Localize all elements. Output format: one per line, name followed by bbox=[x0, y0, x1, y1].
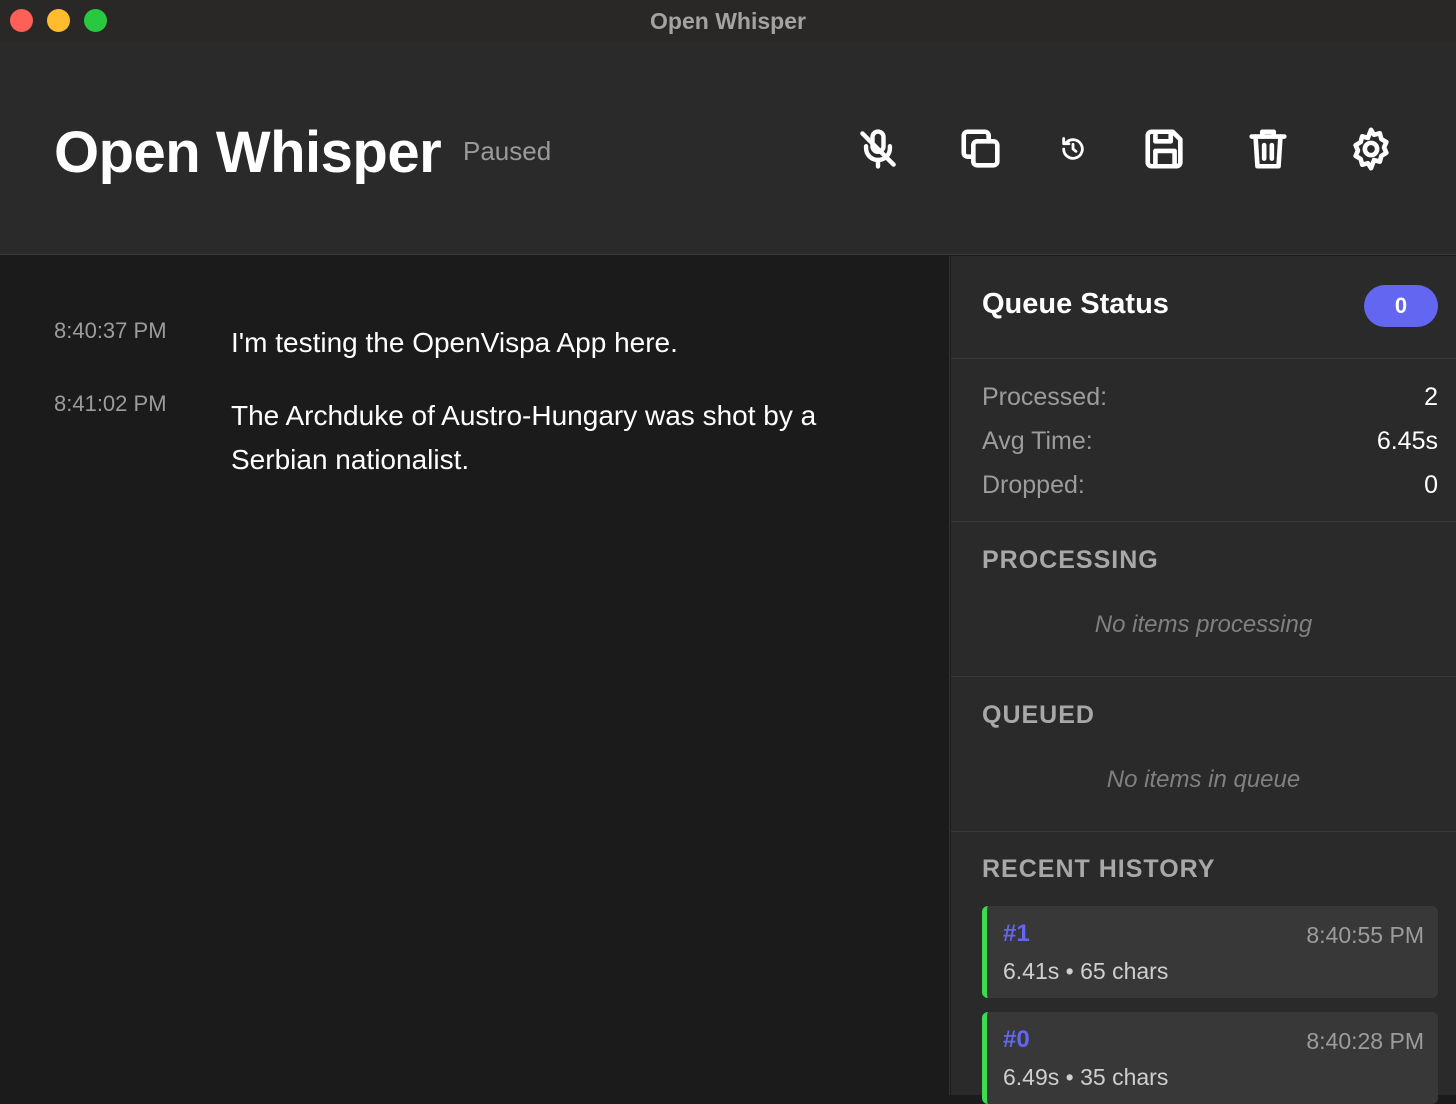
entry-timestamp: 8:40:37 PM bbox=[54, 318, 167, 343]
history-item-time: 8:40:55 PM bbox=[1306, 922, 1424, 948]
history-item-id: #0 bbox=[1003, 1026, 1030, 1053]
transcript-panel[interactable]: 8:40:37 PM I'm testing the OpenVispa App… bbox=[0, 256, 950, 1095]
history-item-id: #1 bbox=[1003, 920, 1030, 947]
stat-dropped: Dropped: 0 bbox=[982, 471, 1438, 500]
stat-label: Avg Time: bbox=[982, 427, 1093, 455]
copy-button[interactable] bbox=[956, 124, 1006, 174]
queue-status-header: Queue Status 0 bbox=[951, 256, 1456, 359]
queue-status-title: Queue Status bbox=[982, 288, 1169, 320]
copy-icon bbox=[961, 129, 1000, 168]
maximize-window-button[interactable] bbox=[84, 9, 107, 32]
save-button[interactable] bbox=[1140, 124, 1190, 174]
stat-processed: Processed: 2 bbox=[982, 383, 1438, 412]
entry-timestamp: 8:41:02 PM bbox=[54, 391, 167, 416]
queued-empty-message: No items in queue bbox=[1106, 766, 1301, 793]
app-header: Open Whisper Paused bbox=[0, 42, 1456, 255]
trash-icon bbox=[1249, 129, 1287, 169]
history-item[interactable]: #0 8:40:28 PM 6.49s • 35 chars bbox=[982, 1012, 1438, 1104]
stat-avg-time: Avg Time: 6.45s bbox=[982, 427, 1438, 456]
stat-value: 2 bbox=[1424, 383, 1438, 411]
window-title: Open Whisper bbox=[650, 7, 806, 34]
queue-stats: Processed: 2 Avg Time: 6.45s Dropped: 0 bbox=[951, 359, 1456, 522]
processing-heading: PROCESSING bbox=[982, 546, 1159, 574]
stat-label: Processed: bbox=[982, 383, 1108, 411]
microphone-off-icon bbox=[860, 129, 896, 169]
stat-value: 0 bbox=[1424, 471, 1438, 499]
queued-section: QUEUED No items in queue bbox=[951, 677, 1456, 832]
history-item[interactable]: #1 8:40:55 PM 6.41s • 65 chars bbox=[982, 906, 1438, 998]
reset-button[interactable] bbox=[1048, 124, 1098, 174]
queued-heading: QUEUED bbox=[982, 701, 1095, 729]
rotate-ccw-icon bbox=[1062, 137, 1084, 160]
gear-icon bbox=[1353, 127, 1389, 171]
window-controls bbox=[10, 9, 107, 32]
save-icon bbox=[1145, 129, 1183, 169]
settings-button[interactable] bbox=[1346, 124, 1396, 174]
minimize-window-button[interactable] bbox=[47, 9, 70, 32]
history-item-time: 8:40:28 PM bbox=[1306, 1028, 1424, 1054]
history-section: RECENT HISTORY #1 8:40:55 PM 6.41s • 65 … bbox=[951, 832, 1456, 1104]
history-item-meta: 6.49s • 35 chars bbox=[1003, 1064, 1169, 1090]
entry-text: I'm testing the OpenVispa App here. bbox=[231, 327, 678, 358]
mute-mic-button[interactable] bbox=[853, 124, 903, 174]
queue-count-badge: 0 bbox=[1364, 285, 1438, 327]
stat-value: 6.45s bbox=[1376, 427, 1438, 455]
history-heading: RECENT HISTORY bbox=[982, 855, 1216, 883]
delete-button[interactable] bbox=[1243, 124, 1293, 174]
history-item-meta: 6.41s • 65 chars bbox=[1003, 958, 1169, 984]
queue-sidebar: Queue Status 0 Processed: 2 Avg Time: 6.… bbox=[951, 256, 1456, 1104]
close-window-button[interactable] bbox=[10, 9, 33, 32]
processing-section: PROCESSING No items processing bbox=[951, 522, 1456, 677]
entry-text: The Archduke of Austro-Hungary was shot … bbox=[231, 400, 817, 475]
app-title: Open Whisper bbox=[54, 120, 442, 185]
processing-empty-message: No items processing bbox=[1094, 611, 1313, 638]
recording-status: Paused bbox=[463, 136, 552, 166]
stat-label: Dropped: bbox=[982, 471, 1085, 499]
window-titlebar: Open Whisper bbox=[0, 0, 1456, 42]
